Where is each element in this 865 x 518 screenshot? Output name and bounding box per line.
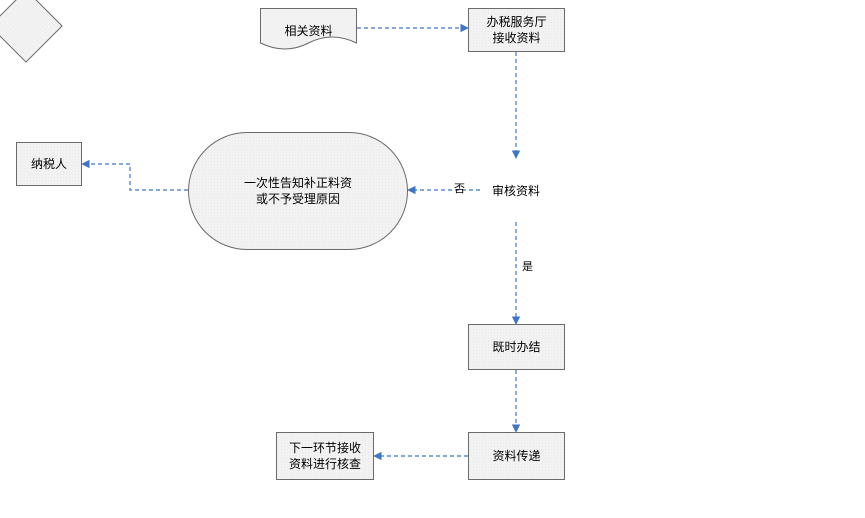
node-receive: 办税服务厅 接收资料 [468,8,565,52]
node-receive-l2: 接收资料 [486,30,546,46]
node-next-label: 下一环节接收 资料进行核查 [289,440,361,472]
node-docs-label: 相关资料 [260,8,357,53]
node-taxpayer: 纳税人 [16,142,82,186]
edge-label-no: 否 [454,180,465,196]
node-next-l2: 资料进行核查 [289,456,361,472]
node-next: 下一环节接收 资料进行核查 [276,432,374,480]
edge-label-yes: 是 [522,258,533,274]
node-transfer-label: 资料传递 [492,448,540,464]
edges-layer [0,0,865,518]
node-next-l1: 下一环节接收 [289,440,361,456]
flowchart-canvas: 否 是 相关资料 办税服务厅 接收资料 审核资料 一次性告知补正料资 或不予受理… [0,0,865,518]
node-notify-l2: 或不予受理原因 [244,191,352,207]
node-transfer: 资料传递 [468,432,565,480]
node-notify-label: 一次性告知补正料资 或不予受理原因 [244,175,352,207]
node-taxpayer-label: 纳税人 [31,156,67,172]
node-review [0,0,63,63]
node-handle: 既时办结 [468,324,565,370]
node-receive-l1: 办税服务厅 [486,14,546,30]
edge-notify-taxpayer [82,164,188,190]
node-handle-label: 既时办结 [492,339,540,355]
node-review-label: 审核资料 [474,176,558,204]
node-receive-label: 办税服务厅 接收资料 [486,14,546,46]
node-notify: 一次性告知补正料资 或不予受理原因 [188,132,408,250]
node-notify-l1: 一次性告知补正料资 [244,175,352,191]
node-docs: 相关资料 [260,8,357,53]
